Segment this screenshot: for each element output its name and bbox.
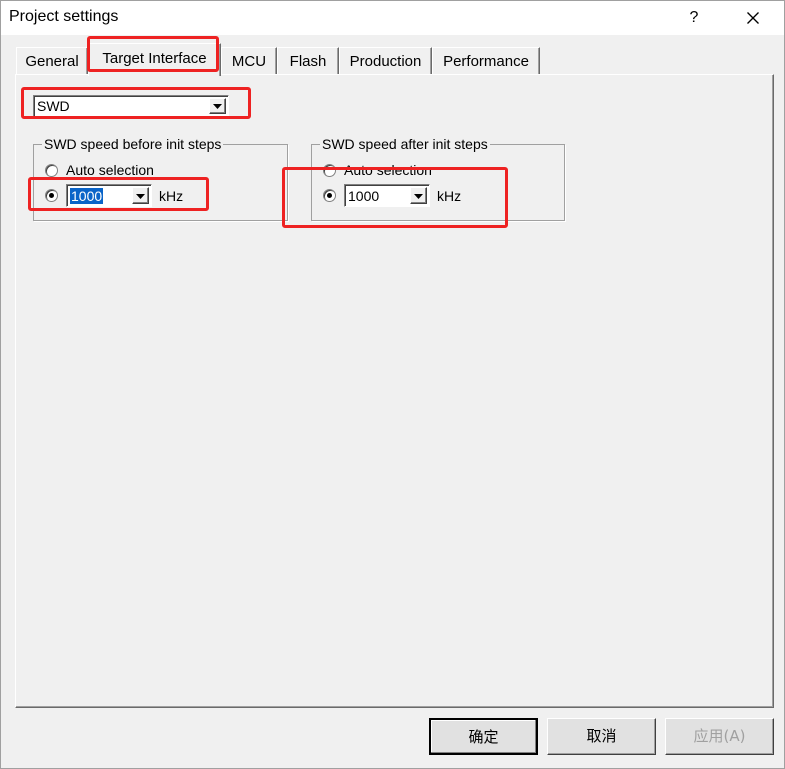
after-init-speed-select[interactable]: 1000	[344, 184, 430, 207]
speed-before-init-title: SWD speed before init steps	[42, 136, 224, 152]
window-title: Project settings	[9, 8, 119, 25]
before-init-auto-radio[interactable]	[45, 164, 58, 177]
after-init-auto-label: Auto selection	[344, 162, 432, 178]
after-init-unit: kHz	[437, 188, 462, 204]
before-init-speed-value: 1000	[70, 188, 104, 204]
after-init-speed-value: 1000	[348, 188, 380, 204]
tab-performance[interactable]: Performance	[432, 47, 540, 75]
cancel-button[interactable]: 取消	[547, 718, 656, 755]
interface-dropdown-button[interactable]	[209, 98, 226, 114]
interface-select-value: SWD	[37, 98, 70, 114]
after-init-speed-dropdown[interactable]	[410, 187, 427, 204]
speed-before-init-group: SWD speed before init steps	[33, 136, 288, 221]
chevron-down-icon	[136, 194, 145, 199]
project-settings-dialog: Project settings ? General Target Interf…	[0, 0, 785, 769]
ok-button[interactable]: 确定	[429, 718, 538, 755]
tab-production[interactable]: Production	[339, 47, 432, 75]
tab-mcu[interactable]: MCU	[221, 47, 277, 75]
close-button[interactable]	[738, 1, 768, 35]
before-init-speed-text: 1000	[70, 188, 104, 204]
before-init-unit: kHz	[159, 188, 184, 204]
before-init-speed-select[interactable]: 1000	[66, 184, 152, 207]
before-init-manual-radio[interactable]	[45, 189, 58, 202]
speed-after-init-title: SWD speed after init steps	[320, 136, 490, 152]
apply-button[interactable]: 应用(A)	[665, 718, 774, 755]
chevron-down-icon	[213, 104, 222, 109]
tab-general[interactable]: General	[16, 47, 88, 75]
before-init-auto-label: Auto selection	[66, 162, 154, 178]
after-init-auto-option[interactable]: Auto selection	[323, 162, 463, 179]
before-init-auto-option[interactable]: Auto selection	[45, 162, 185, 179]
after-init-auto-radio[interactable]	[323, 164, 336, 177]
help-button[interactable]: ?	[681, 1, 707, 35]
tab-flash[interactable]: Flash	[277, 47, 339, 75]
interface-select[interactable]: SWD	[33, 95, 229, 117]
title-bar: Project settings ?	[1, 1, 784, 35]
before-init-speed-dropdown[interactable]	[132, 187, 149, 204]
chevron-down-icon	[414, 194, 423, 199]
tab-target-interface[interactable]: Target Interface	[88, 43, 221, 76]
close-icon	[747, 12, 759, 24]
after-init-manual-radio[interactable]	[323, 189, 336, 202]
speed-after-init-group: SWD speed after init steps	[311, 136, 565, 221]
